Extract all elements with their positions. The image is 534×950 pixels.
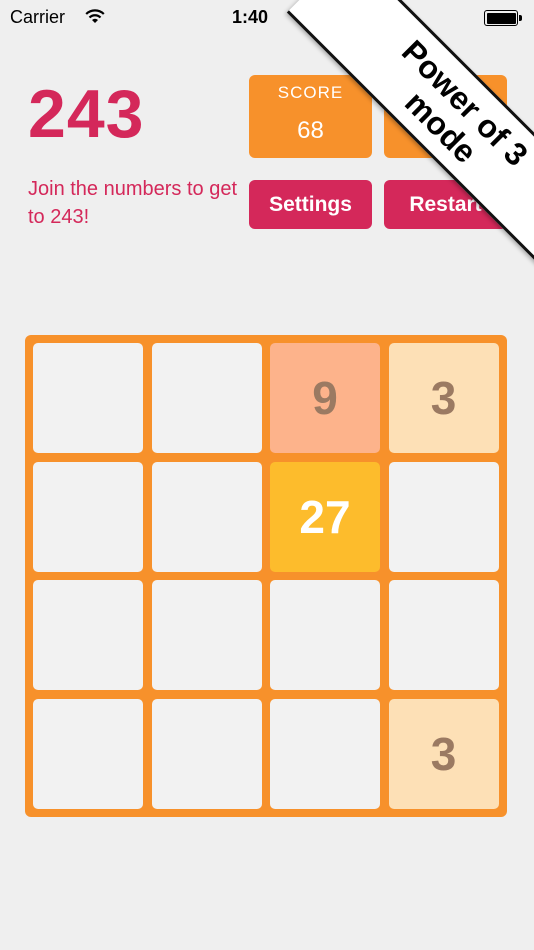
empty-cell bbox=[33, 461, 143, 572]
score-label: SCORE bbox=[277, 83, 344, 102]
restart-button[interactable]: Restart bbox=[384, 180, 507, 229]
tile-9: 9 bbox=[270, 343, 380, 453]
score-box: SCORE 68 bbox=[249, 75, 372, 158]
game-title: 243 bbox=[28, 76, 145, 152]
empty-cell bbox=[270, 698, 380, 809]
clock: 1:40 bbox=[232, 7, 269, 27]
empty-cell bbox=[33, 343, 143, 453]
settings-button[interactable]: Settings bbox=[249, 180, 372, 229]
empty-cell bbox=[33, 580, 143, 690]
empty-cell bbox=[270, 580, 380, 690]
best-score-box bbox=[384, 75, 507, 158]
game-tagline: Join the numbers to get to 243! bbox=[28, 178, 238, 228]
carrier-label: Carrier bbox=[10, 7, 66, 27]
empty-cell bbox=[388, 461, 499, 572]
game-board[interactable]: 9 3 27 3 bbox=[25, 335, 507, 817]
empty-cell bbox=[388, 580, 499, 690]
empty-cell bbox=[151, 343, 262, 453]
empty-cell bbox=[151, 461, 262, 572]
wifi-icon bbox=[85, 9, 105, 23]
tile-3: 3 bbox=[388, 698, 499, 809]
tile-27: 27 bbox=[270, 461, 380, 572]
empty-cell bbox=[151, 580, 262, 690]
status-bar: Carrier 1:40 bbox=[0, 0, 534, 38]
tile-3: 3 bbox=[388, 343, 499, 453]
empty-cell bbox=[151, 698, 262, 809]
empty-cell bbox=[33, 698, 143, 809]
battery-icon bbox=[484, 10, 522, 26]
score-value: 68 bbox=[297, 117, 324, 144]
